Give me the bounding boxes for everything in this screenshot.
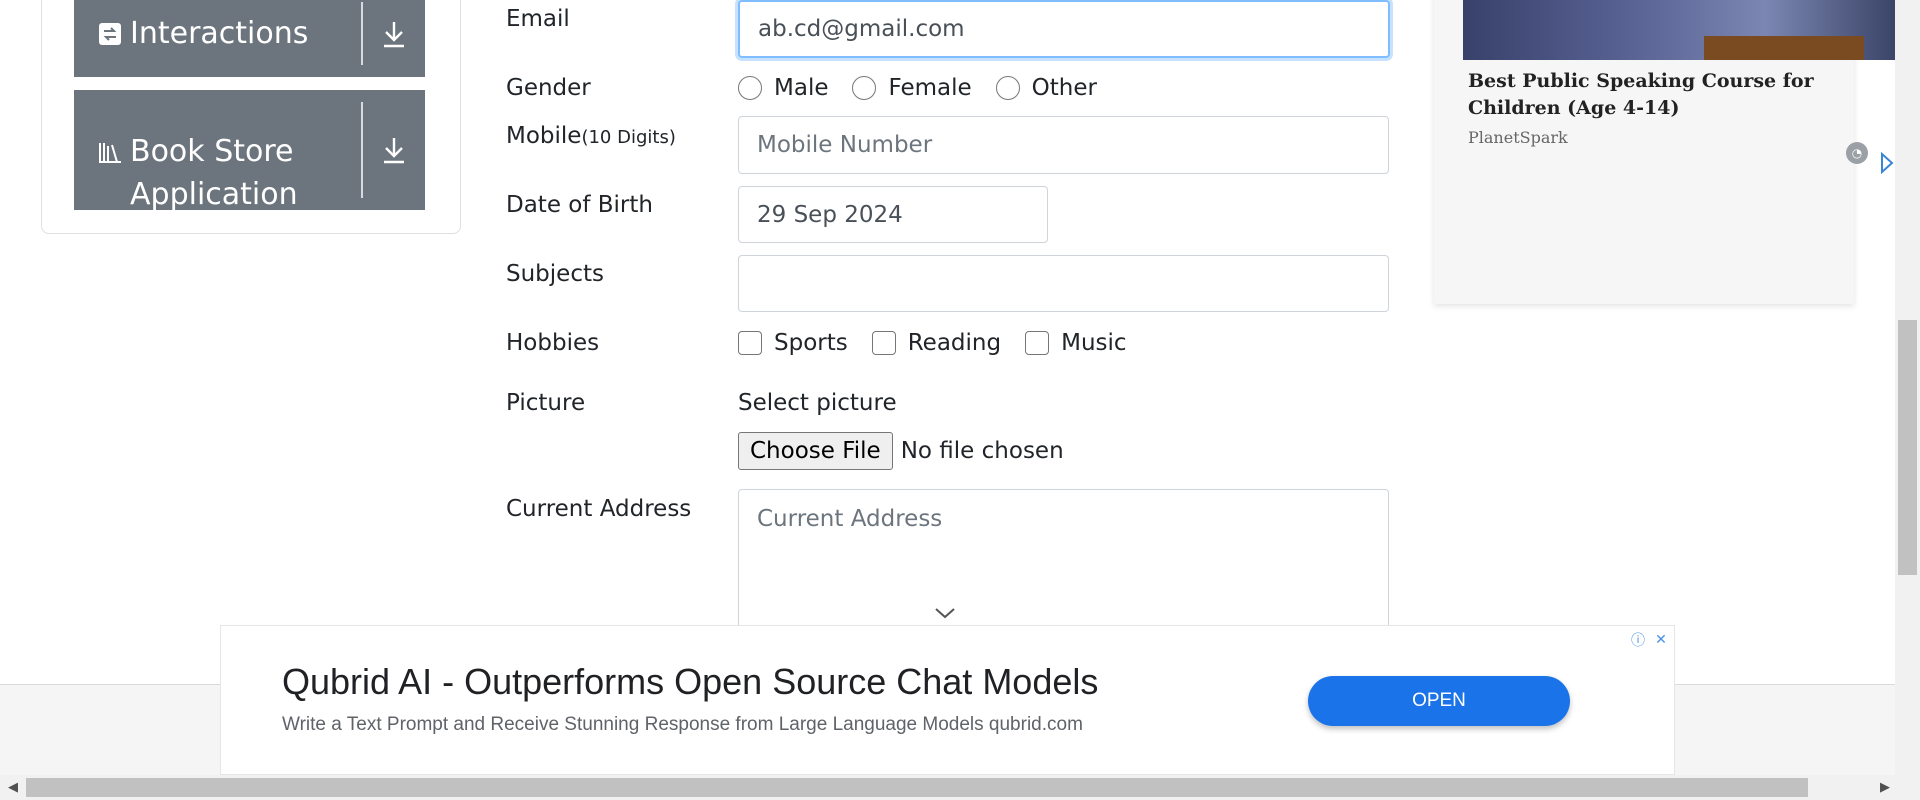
- hobbies-options: Sports Reading Music: [738, 330, 1151, 356]
- dob-label: Date of Birth: [506, 192, 653, 218]
- subjects-label: Subjects: [506, 261, 604, 287]
- scroll-right-icon[interactable]: ▶: [1880, 780, 1890, 795]
- address-placeholder: Current Address: [757, 506, 943, 532]
- radio-button[interactable]: [738, 76, 762, 100]
- picture-label: Picture: [506, 390, 586, 416]
- ad-title[interactable]: Best Public Speaking Course for Children…: [1468, 68, 1898, 122]
- hobbies-label: Hobbies: [506, 330, 600, 356]
- hobby-sports[interactable]: Sports: [738, 330, 848, 356]
- mobile-label-text: Mobile: [506, 123, 582, 149]
- horizontal-scrollbar-thumb[interactable]: [26, 778, 1808, 797]
- hobby-reading[interactable]: Reading: [871, 330, 1002, 356]
- gender-male[interactable]: Male: [738, 75, 828, 101]
- group-label-line2: Application: [130, 177, 298, 212]
- email-label: Email: [506, 6, 570, 32]
- banner-title[interactable]: Qubrid AI - Outperforms Open Source Chat…: [282, 661, 1098, 703]
- vertical-scrollbar-thumb[interactable]: [1898, 320, 1917, 575]
- email-value: ab.cd@gmail.com: [758, 16, 965, 42]
- banner-description[interactable]: Write a Text Prompt and Receive Stunning…: [282, 714, 1083, 736]
- sidebar-group-book-store[interactable]: Book Store Application: [74, 90, 425, 212]
- scroll-left-icon[interactable]: ◀: [8, 780, 18, 795]
- radio-button[interactable]: [852, 76, 877, 100]
- group-label: Book Store Application: [130, 130, 298, 216]
- books-icon: [99, 143, 121, 163]
- option-label: Music: [1061, 330, 1127, 356]
- group-label: Interactions: [130, 16, 309, 51]
- checkbox[interactable]: [738, 331, 762, 355]
- gender-female[interactable]: Female: [852, 75, 972, 101]
- option-label: Female: [888, 75, 972, 101]
- subjects-input[interactable]: [738, 255, 1389, 312]
- ad-source[interactable]: PlanetSpark: [1468, 128, 1568, 147]
- group-header-main: Interactions: [74, 0, 361, 77]
- sidebar-ad[interactable]: Best Public Speaking Course for Children…: [1434, 0, 1895, 304]
- dob-value: 29 Sep 2024: [757, 201, 903, 228]
- adchoices-icon[interactable]: [1880, 152, 1895, 174]
- info-icon[interactable]: ⓘ: [1627, 629, 1649, 651]
- ad-privacy-icon[interactable]: ◔: [1846, 142, 1868, 164]
- bottom-banner-ad[interactable]: Qubrid AI - Outperforms Open Source Chat…: [220, 625, 1675, 775]
- gender-options: Male Female Other: [738, 75, 1121, 101]
- address-label: Current Address: [506, 496, 692, 522]
- mobile-placeholder: Mobile Number: [757, 132, 933, 158]
- dob-input[interactable]: 29 Sep 2024: [738, 186, 1048, 243]
- file-status: No file chosen: [900, 438, 1064, 464]
- group-header-main: Book Store Application: [74, 90, 361, 212]
- email-field[interactable]: ab.cd@gmail.com: [738, 0, 1390, 58]
- mobile-label: Mobile(10 Digits): [506, 123, 676, 149]
- picture-caption: Select picture: [738, 390, 897, 416]
- download-icon[interactable]: [363, 0, 425, 77]
- mobile-input[interactable]: Mobile Number: [738, 116, 1389, 174]
- option-label: Male: [774, 75, 829, 101]
- choose-file-button[interactable]: Choose File: [738, 432, 893, 470]
- mobile-hint: (10 Digits): [581, 127, 676, 148]
- gender-label: Gender: [506, 75, 591, 101]
- file-upload: Choose File No file chosen: [738, 432, 1064, 470]
- chevron-down-icon[interactable]: [934, 606, 956, 620]
- checkbox[interactable]: [871, 331, 896, 355]
- ad-image-podium: [1704, 36, 1864, 60]
- group-label-line1: Book Store: [130, 134, 294, 169]
- option-label: Other: [1031, 75, 1097, 101]
- interactions-icon: [99, 22, 121, 45]
- gender-other[interactable]: Other: [995, 75, 1097, 101]
- option-label: Reading: [907, 330, 1002, 356]
- sidebar-group-interactions[interactable]: Interactions: [74, 0, 425, 77]
- option-label: Sports: [774, 330, 848, 356]
- radio-button[interactable]: [995, 76, 1020, 100]
- close-icon[interactable]: ✕: [1650, 629, 1672, 651]
- address-textarea[interactable]: Current Address: [738, 489, 1389, 629]
- download-icon[interactable]: [363, 90, 425, 210]
- open-button[interactable]: OPEN: [1308, 676, 1570, 726]
- hobby-music[interactable]: Music: [1025, 330, 1127, 356]
- checkbox[interactable]: [1025, 331, 1050, 355]
